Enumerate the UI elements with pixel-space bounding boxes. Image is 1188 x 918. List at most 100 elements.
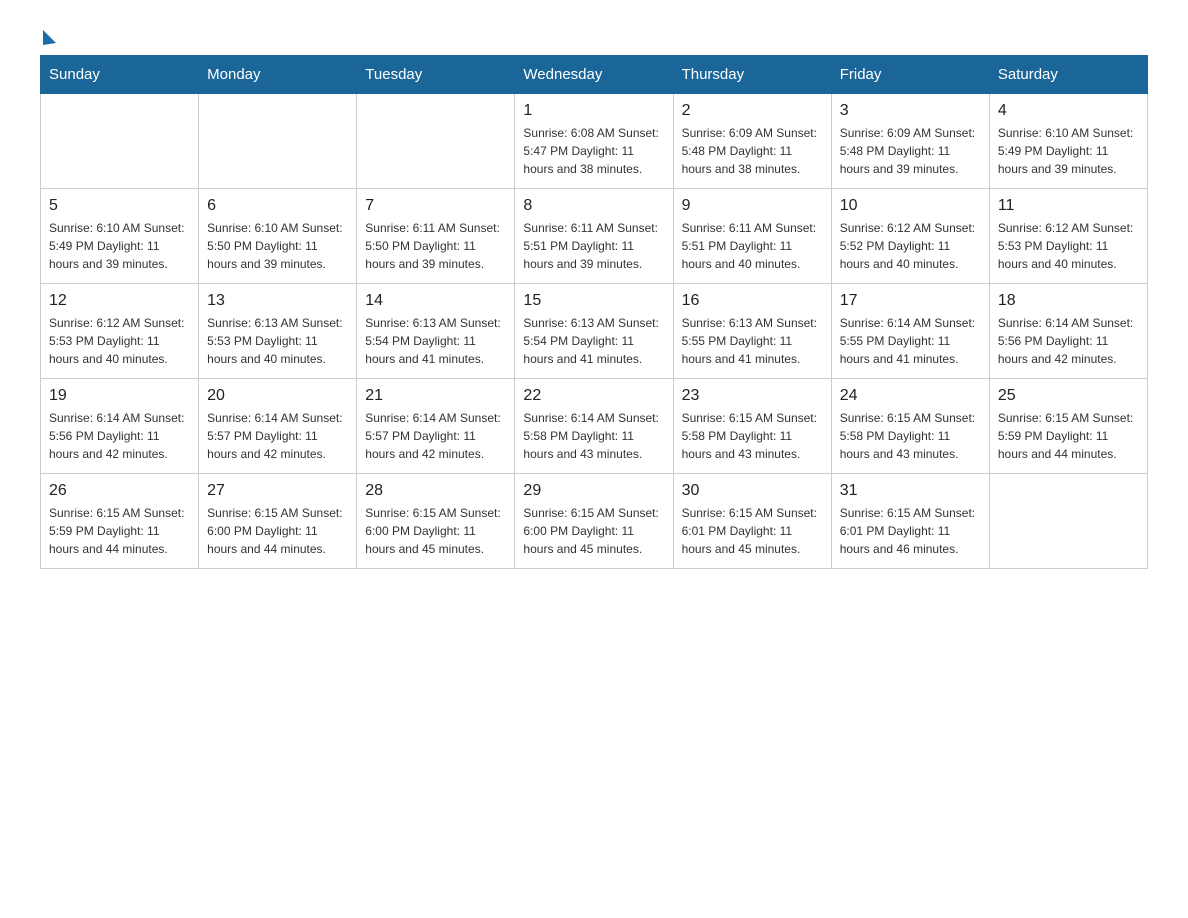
day-info: Sunrise: 6:09 AM Sunset: 5:48 PM Dayligh… [840, 124, 981, 178]
day-number: 8 [523, 197, 664, 215]
day-number: 20 [207, 387, 348, 405]
day-number: 28 [365, 482, 506, 500]
day-number: 13 [207, 292, 348, 310]
calendar-cell: 6 Sunrise: 6:10 AM Sunset: 5:50 PM Daylig… [199, 189, 357, 284]
calendar-cell: 27 Sunrise: 6:15 AM Sunset: 6:00 PM Dayli… [199, 474, 357, 569]
calendar-body: 1 Sunrise: 6:08 AM Sunset: 5:47 PM Daylig… [41, 94, 1148, 569]
day-number: 10 [840, 197, 981, 215]
calendar-cell [989, 474, 1147, 569]
day-number: 23 [682, 387, 823, 405]
day-number: 3 [840, 102, 981, 120]
day-info: Sunrise: 6:15 AM Sunset: 6:00 PM Dayligh… [207, 504, 348, 558]
calendar-cell: 17 Sunrise: 6:14 AM Sunset: 5:55 PM Dayli… [831, 284, 989, 379]
day-info: Sunrise: 6:10 AM Sunset: 5:49 PM Dayligh… [998, 124, 1139, 178]
page-header [40, 30, 1148, 35]
calendar-cell: 9Sunrise: 6:11 AM Sunset: 5:51 PM Daylig… [673, 189, 831, 284]
day-number: 22 [523, 387, 664, 405]
day-number: 27 [207, 482, 348, 500]
calendar-cell: 24 Sunrise: 6:15 AM Sunset: 5:58 PM Dayli… [831, 379, 989, 474]
day-number: 2 [682, 102, 823, 120]
day-info: Sunrise: 6:14 AM Sunset: 5:55 PM Dayligh… [840, 314, 981, 368]
day-info: Sunrise: 6:08 AM Sunset: 5:47 PM Dayligh… [523, 124, 664, 178]
week-row-2: 5Sunrise: 6:10 AM Sunset: 5:49 PM Daylig… [41, 189, 1148, 284]
calendar-cell: 16 Sunrise: 6:13 AM Sunset: 5:55 PM Dayli… [673, 284, 831, 379]
calendar-cell: 20 Sunrise: 6:14 AM Sunset: 5:57 PM Dayli… [199, 379, 357, 474]
week-row-5: 26 Sunrise: 6:15 AM Sunset: 5:59 PM Dayli… [41, 474, 1148, 569]
day-number: 25 [998, 387, 1139, 405]
day-number: 14 [365, 292, 506, 310]
calendar-cell: 28 Sunrise: 6:15 AM Sunset: 6:00 PM Dayli… [357, 474, 515, 569]
day-header-saturday: Saturday [989, 56, 1147, 94]
day-info: Sunrise: 6:12 AM Sunset: 5:53 PM Dayligh… [998, 219, 1139, 273]
calendar-cell: 23 Sunrise: 6:15 AM Sunset: 5:58 PM Dayli… [673, 379, 831, 474]
day-info: Sunrise: 6:15 AM Sunset: 6:00 PM Dayligh… [365, 504, 506, 558]
day-info: Sunrise: 6:11 AM Sunset: 5:51 PM Dayligh… [682, 219, 823, 273]
day-number: 4 [998, 102, 1139, 120]
day-info: Sunrise: 6:14 AM Sunset: 5:58 PM Dayligh… [523, 409, 664, 463]
calendar-cell: 5Sunrise: 6:10 AM Sunset: 5:49 PM Daylig… [41, 189, 199, 284]
day-number: 12 [49, 292, 190, 310]
calendar-cell: 7 Sunrise: 6:11 AM Sunset: 5:50 PM Daylig… [357, 189, 515, 284]
day-info: Sunrise: 6:14 AM Sunset: 5:56 PM Dayligh… [49, 409, 190, 463]
day-header-friday: Friday [831, 56, 989, 94]
day-info: Sunrise: 6:14 AM Sunset: 5:57 PM Dayligh… [365, 409, 506, 463]
day-number: 26 [49, 482, 190, 500]
logo [40, 30, 56, 35]
day-header-monday: Monday [199, 56, 357, 94]
calendar-cell: 21 Sunrise: 6:14 AM Sunset: 5:57 PM Dayli… [357, 379, 515, 474]
day-number: 1 [523, 102, 664, 120]
day-info: Sunrise: 6:13 AM Sunset: 5:54 PM Dayligh… [365, 314, 506, 368]
day-number: 30 [682, 482, 823, 500]
day-info: Sunrise: 6:13 AM Sunset: 5:55 PM Dayligh… [682, 314, 823, 368]
calendar-cell: 10 Sunrise: 6:12 AM Sunset: 5:52 PM Dayli… [831, 189, 989, 284]
logo-triangle-icon [43, 30, 56, 45]
calendar-cell: 22 Sunrise: 6:14 AM Sunset: 5:58 PM Dayli… [515, 379, 673, 474]
day-info: Sunrise: 6:12 AM Sunset: 5:53 PM Dayligh… [49, 314, 190, 368]
day-info: Sunrise: 6:15 AM Sunset: 5:58 PM Dayligh… [682, 409, 823, 463]
calendar-header: SundayMondayTuesdayWednesdayThursdayFrid… [41, 56, 1148, 94]
day-number: 15 [523, 292, 664, 310]
day-number: 16 [682, 292, 823, 310]
day-info: Sunrise: 6:10 AM Sunset: 5:50 PM Dayligh… [207, 219, 348, 273]
calendar-cell [357, 94, 515, 189]
week-row-3: 12 Sunrise: 6:12 AM Sunset: 5:53 PM Dayli… [41, 284, 1148, 379]
calendar-cell: 13 Sunrise: 6:13 AM Sunset: 5:53 PM Dayli… [199, 284, 357, 379]
day-number: 11 [998, 197, 1139, 215]
calendar-cell: 25 Sunrise: 6:15 AM Sunset: 5:59 PM Dayli… [989, 379, 1147, 474]
day-info: Sunrise: 6:14 AM Sunset: 5:56 PM Dayligh… [998, 314, 1139, 368]
calendar-table: SundayMondayTuesdayWednesdayThursdayFrid… [40, 55, 1148, 569]
day-info: Sunrise: 6:13 AM Sunset: 5:54 PM Dayligh… [523, 314, 664, 368]
calendar-cell: 15 Sunrise: 6:13 AM Sunset: 5:54 PM Dayli… [515, 284, 673, 379]
calendar-cell: 18Sunrise: 6:14 AM Sunset: 5:56 PM Dayli… [989, 284, 1147, 379]
day-info: Sunrise: 6:14 AM Sunset: 5:57 PM Dayligh… [207, 409, 348, 463]
day-info: Sunrise: 6:15 AM Sunset: 5:58 PM Dayligh… [840, 409, 981, 463]
day-header-tuesday: Tuesday [357, 56, 515, 94]
day-info: Sunrise: 6:15 AM Sunset: 6:00 PM Dayligh… [523, 504, 664, 558]
calendar-cell: 30 Sunrise: 6:15 AM Sunset: 6:01 PM Dayli… [673, 474, 831, 569]
calendar-cell: 26 Sunrise: 6:15 AM Sunset: 5:59 PM Dayli… [41, 474, 199, 569]
day-info: Sunrise: 6:13 AM Sunset: 5:53 PM Dayligh… [207, 314, 348, 368]
day-info: Sunrise: 6:15 AM Sunset: 6:01 PM Dayligh… [682, 504, 823, 558]
calendar-cell: 2Sunrise: 6:09 AM Sunset: 5:48 PM Daylig… [673, 94, 831, 189]
day-info: Sunrise: 6:15 AM Sunset: 5:59 PM Dayligh… [49, 504, 190, 558]
day-headers-row: SundayMondayTuesdayWednesdayThursdayFrid… [41, 56, 1148, 94]
day-info: Sunrise: 6:15 AM Sunset: 6:01 PM Dayligh… [840, 504, 981, 558]
day-info: Sunrise: 6:11 AM Sunset: 5:50 PM Dayligh… [365, 219, 506, 273]
day-header-thursday: Thursday [673, 56, 831, 94]
day-number: 21 [365, 387, 506, 405]
day-header-wednesday: Wednesday [515, 56, 673, 94]
day-info: Sunrise: 6:11 AM Sunset: 5:51 PM Dayligh… [523, 219, 664, 273]
day-number: 24 [840, 387, 981, 405]
day-info: Sunrise: 6:12 AM Sunset: 5:52 PM Dayligh… [840, 219, 981, 273]
day-info: Sunrise: 6:15 AM Sunset: 5:59 PM Dayligh… [998, 409, 1139, 463]
calendar-cell [41, 94, 199, 189]
day-number: 19 [49, 387, 190, 405]
calendar-cell: 3 Sunrise: 6:09 AM Sunset: 5:48 PM Daylig… [831, 94, 989, 189]
day-number: 6 [207, 197, 348, 215]
day-number: 17 [840, 292, 981, 310]
day-info: Sunrise: 6:10 AM Sunset: 5:49 PM Dayligh… [49, 219, 190, 273]
day-number: 7 [365, 197, 506, 215]
calendar-cell: 31 Sunrise: 6:15 AM Sunset: 6:01 PM Dayli… [831, 474, 989, 569]
day-number: 31 [840, 482, 981, 500]
calendar-cell: 29Sunrise: 6:15 AM Sunset: 6:00 PM Dayli… [515, 474, 673, 569]
